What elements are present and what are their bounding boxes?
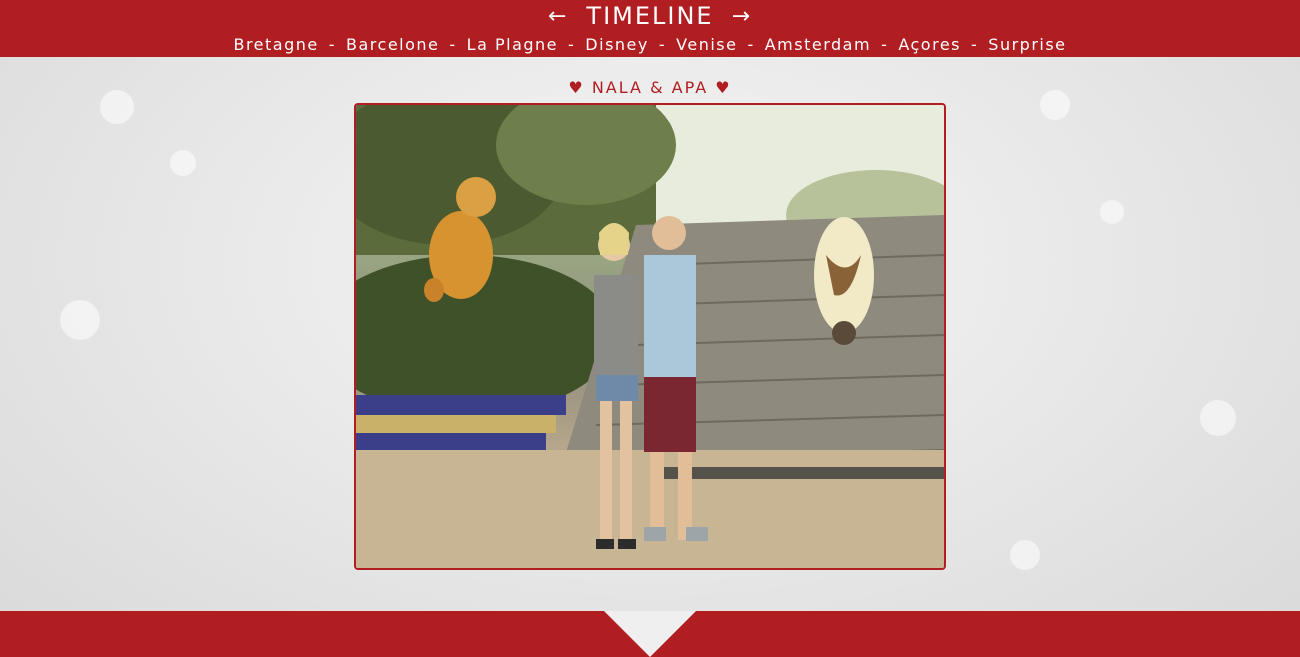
prev-arrow-button[interactable]: ← (548, 4, 568, 29)
nav-link-acores[interactable]: Açores (898, 35, 961, 54)
nav-link-amsterdam[interactable]: Amsterdam (765, 35, 871, 54)
title-row: ← TIMELINE → (0, 2, 1300, 30)
nav-link-bretagne[interactable]: Bretagne (233, 35, 318, 54)
bottom-bar (0, 611, 1300, 657)
next-arrow-button[interactable]: → (732, 4, 752, 29)
nav-separator: - (881, 35, 889, 54)
nav-separator: - (328, 35, 337, 54)
bokeh-dot (1200, 400, 1236, 436)
nav-link-disney[interactable]: Disney (585, 35, 649, 54)
nav-separator: - (449, 35, 457, 54)
bokeh-dot (170, 150, 196, 176)
bottom-notch (604, 611, 696, 657)
nav-separator: - (658, 35, 667, 54)
bokeh-dot (60, 300, 100, 340)
top-bar: ← TIMELINE → Bretagne - Barcelone - La P… (0, 0, 1300, 57)
photo-illustration (356, 105, 944, 568)
nav-separator: - (747, 35, 755, 54)
nav-link-venise[interactable]: Venise (676, 35, 737, 54)
photo-caption: ♥ NALA & APA ♥ (568, 78, 732, 97)
bokeh-dot (1010, 540, 1040, 570)
drain-grate (656, 467, 944, 479)
timeline-nav: Bretagne - Barcelone - La Plagne - Disne… (0, 35, 1300, 54)
main-photo (354, 103, 946, 570)
nav-separator: - (568, 35, 576, 54)
nav-link-la-plagne[interactable]: La Plagne (467, 35, 558, 54)
tiled-steps (356, 395, 566, 453)
nav-separator: - (971, 35, 979, 54)
bokeh-dot (1100, 200, 1124, 224)
page-title: TIMELINE (586, 2, 714, 30)
nav-link-barcelone[interactable]: Barcelone (346, 35, 439, 54)
nav-link-surprise[interactable]: Surprise (988, 35, 1066, 54)
